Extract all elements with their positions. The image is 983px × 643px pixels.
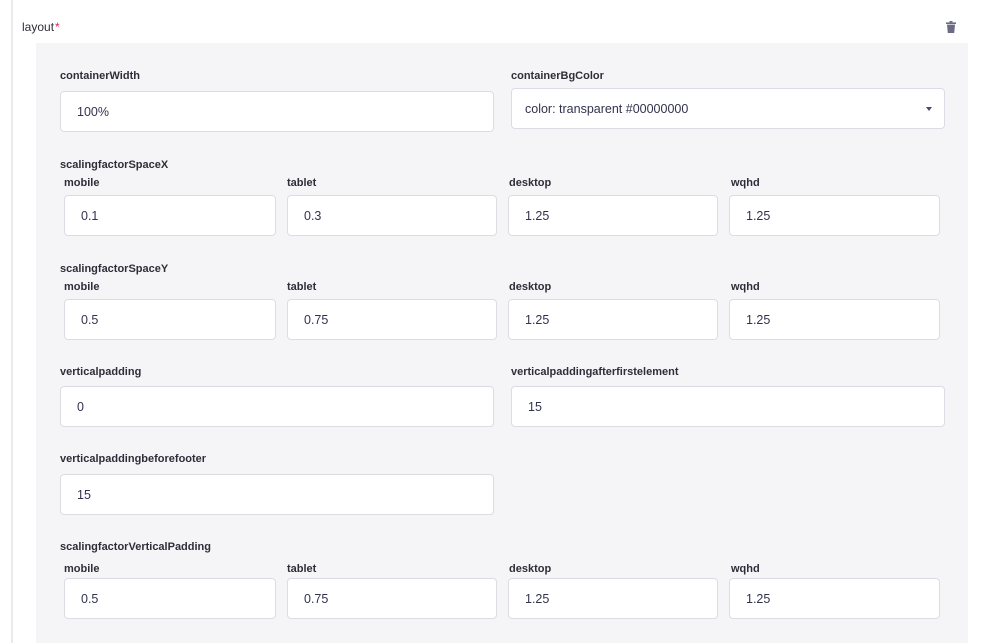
space-x-desktop-input[interactable]: 1.25 [508,195,718,236]
container-width-input[interactable]: 100% [60,91,494,132]
vpad-desktop-label: desktop [509,563,552,575]
space-x-desktop-value: 1.25 [525,208,550,223]
space-x-wqhd-label: wqhd [731,177,760,189]
space-y-wqhd-input[interactable]: 1.25 [729,299,940,340]
space-y-tablet-input[interactable]: 0.75 [287,299,497,340]
vpad-desktop-value: 1.25 [525,591,550,606]
required-asterisk: * [55,20,60,34]
space-x-mobile-input[interactable]: 0.1 [64,195,276,236]
container-bg-color-select[interactable]: color: transparent #00000000 [511,88,945,129]
vertical-padding-after-first-value: 15 [528,399,542,414]
vpad-mobile-value: 0.5 [81,591,99,606]
space-y-mobile-input[interactable]: 0.5 [64,299,276,340]
vpad-wqhd-label: wqhd [731,563,760,575]
space-x-wqhd-input[interactable]: 1.25 [729,195,940,236]
container-width-label: containerWidth [60,70,140,82]
vpad-tablet-input[interactable]: 0.75 [287,578,497,619]
space-y-mobile-label: mobile [64,281,100,293]
space-x-mobile-value: 0.1 [81,208,99,223]
trash-icon[interactable] [946,21,956,33]
vpad-wqhd-value: 1.25 [746,591,771,606]
vertical-padding-after-first-input[interactable]: 15 [511,386,945,427]
vertical-padding-input[interactable]: 0 [60,386,494,427]
space-y-desktop-label: desktop [509,281,552,293]
space-y-tablet-label: tablet [287,281,317,293]
vertical-padding-before-footer-value: 15 [77,487,91,502]
vpad-tablet-value: 0.75 [304,591,329,606]
vertical-padding-after-first-label: verticalpaddingafterfirstelement [511,366,679,378]
space-x-mobile-label: mobile [64,177,100,189]
space-x-desktop-label: desktop [509,177,552,189]
chevron-down-icon [926,107,932,111]
space-x-tablet-label: tablet [287,177,317,189]
vpad-wqhd-input[interactable]: 1.25 [729,578,940,619]
vpad-mobile-input[interactable]: 0.5 [64,578,276,619]
space-y-mobile-value: 0.5 [81,312,99,327]
space-y-desktop-value: 1.25 [525,312,550,327]
vertical-padding-before-footer-input[interactable]: 15 [60,474,494,515]
vertical-padding-label: verticalpadding [60,366,142,378]
scaling-space-x-label: scalingfactorSpaceX [60,159,169,171]
scaling-space-y-label: scalingfactorSpaceY [60,263,169,275]
scaling-vertical-padding-label: scalingfactorVerticalPadding [60,541,211,553]
space-x-tablet-input[interactable]: 0.3 [287,195,497,236]
space-x-tablet-value: 0.3 [304,208,322,223]
space-x-wqhd-value: 1.25 [746,208,771,223]
container-bg-color-label: containerBgColor [511,70,604,82]
vertical-padding-value: 0 [77,399,84,414]
section-title-text: layout [22,20,55,34]
container-width-value: 100% [77,104,109,119]
vpad-desktop-input[interactable]: 1.25 [508,578,718,619]
space-y-desktop-input[interactable]: 1.25 [508,299,718,340]
space-y-wqhd-label: wqhd [731,281,760,293]
left-border [11,0,13,643]
space-y-wqhd-value: 1.25 [746,312,771,327]
vpad-tablet-label: tablet [287,563,317,575]
layout-panel [36,43,968,643]
vpad-mobile-label: mobile [64,563,100,575]
vertical-padding-before-footer-label: verticalpaddingbeforefooter [60,453,207,465]
section-title: layout* [22,20,60,34]
container-bg-color-value: color: transparent #00000000 [525,101,689,116]
space-y-tablet-value: 0.75 [304,312,329,327]
